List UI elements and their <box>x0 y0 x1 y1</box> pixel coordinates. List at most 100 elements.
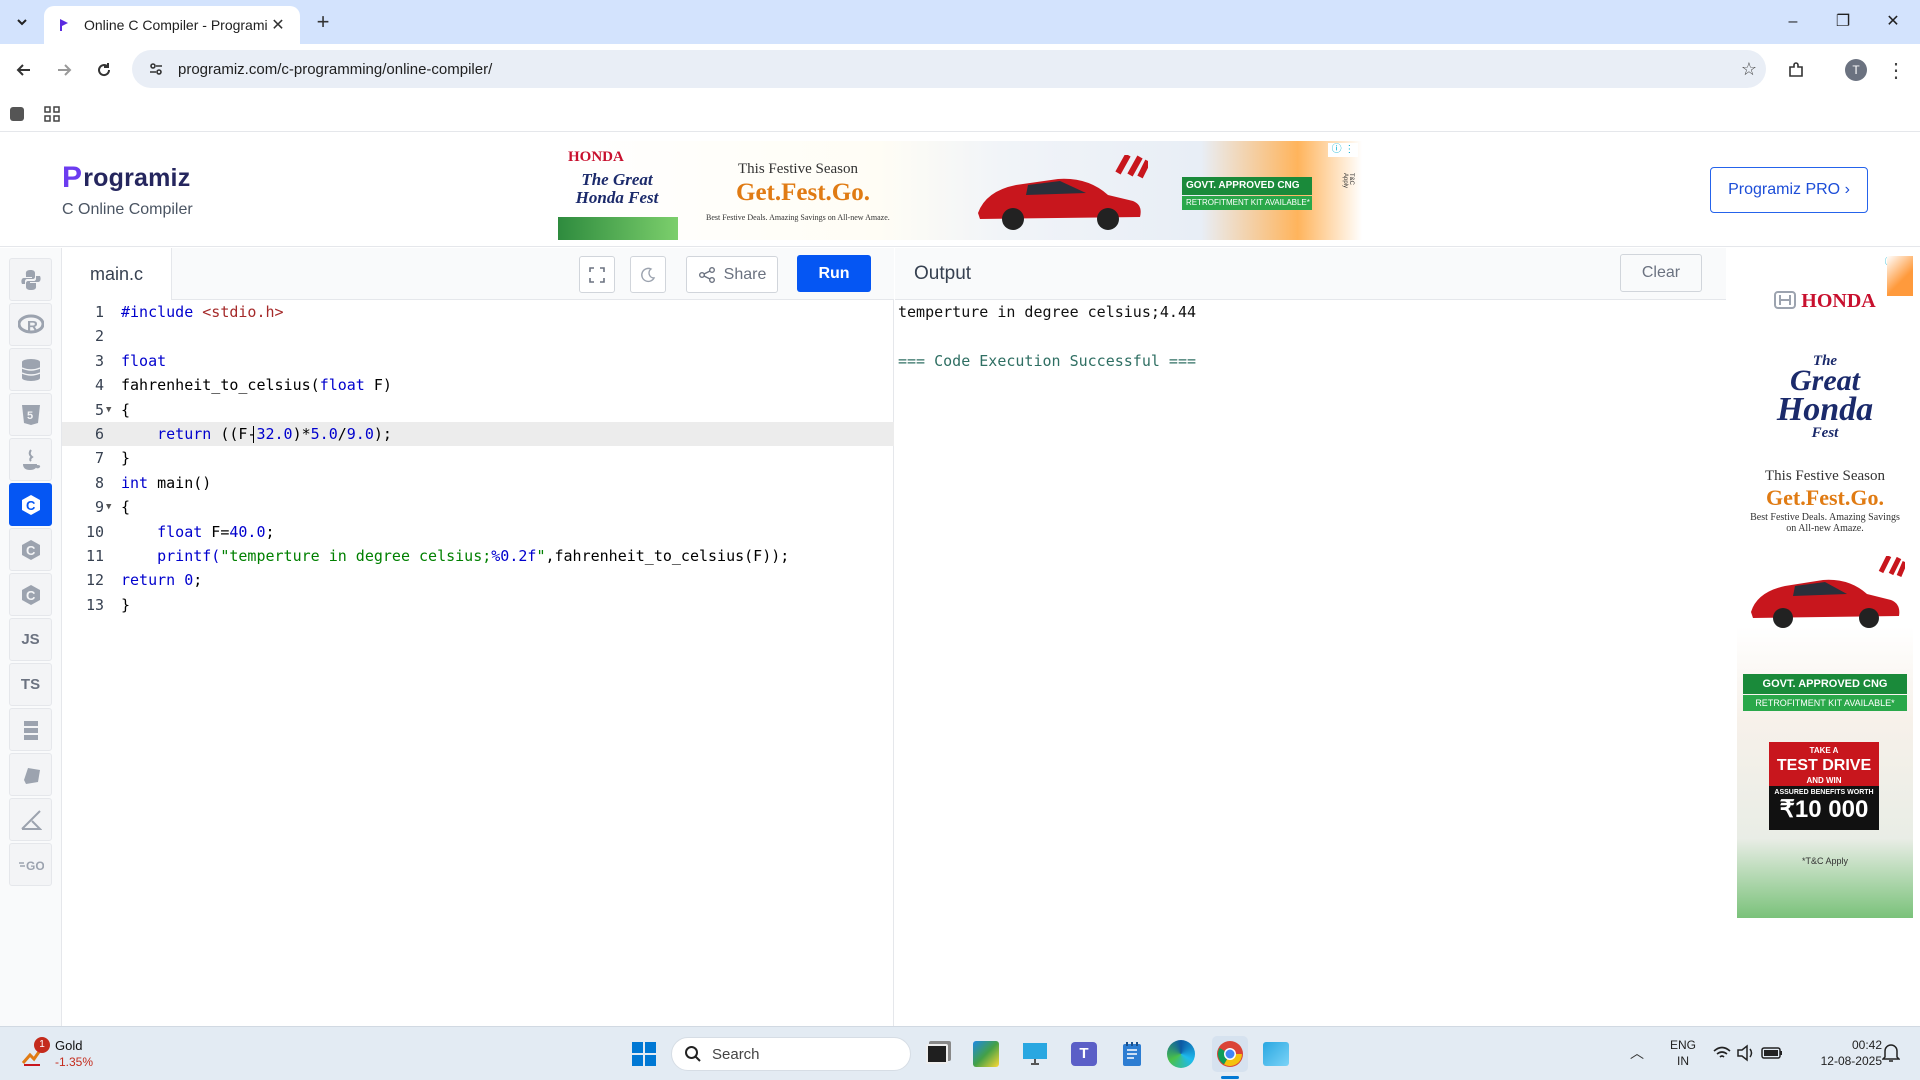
svg-text:GO: GO <box>26 859 44 872</box>
arrow-left-icon <box>16 64 30 76</box>
clear-button[interactable]: Clear <box>1620 254 1702 292</box>
side-banner-ad[interactable]: ⓘ ⋮ HONDA The Great Honda Fest This Fest… <box>1737 256 1913 918</box>
volume-icon <box>1737 1044 1753 1062</box>
tray-overflow-chevron-icon[interactable]: ︿ <box>1630 1043 1644 1063</box>
fold-arrow-icon[interactable]: ▼ <box>106 398 111 422</box>
code-line: 12 return 0; <box>85 571 203 590</box>
forward-button[interactable] <box>48 54 80 86</box>
paint-app-icon[interactable] <box>1258 1036 1294 1072</box>
r-lang-icon[interactable]: R <box>9 303 52 346</box>
run-button[interactable]: Run <box>797 255 871 292</box>
share-label: Share <box>723 265 767 283</box>
browser-tabstrip: Online C Compiler - Programiz ✕ + – ❐ ✕ <box>0 0 1920 44</box>
sql-database-icon[interactable] <box>9 348 52 391</box>
ad-fest: The Great Honda Fest <box>1776 353 1874 441</box>
programiz-pro-button[interactable]: Programiz PRO › <box>1710 167 1868 213</box>
search-icon <box>685 1046 701 1062</box>
browser-tab-active[interactable]: Online C Compiler - Programiz ✕ <box>44 6 300 44</box>
reload-button[interactable] <box>88 54 120 86</box>
taskview-app-icon[interactable] <box>919 1036 955 1072</box>
site-info-button[interactable] <box>138 54 174 84</box>
language-indicator[interactable]: ENG IN <box>1668 1037 1698 1069</box>
execution-status: === Code Execution Successful === <box>898 352 1197 370</box>
new-tab-button[interactable]: + <box>310 10 336 36</box>
red-car-image <box>978 155 1148 230</box>
code-line-active: 6 return ((F-32.0)*5.0/9.0); <box>62 422 894 447</box>
notepad-app-icon[interactable] <box>1114 1036 1150 1072</box>
csharp-lang-icon[interactable]: C <box>9 573 52 616</box>
top-banner-ad[interactable]: HONDA The Great Honda Fest This Festive … <box>558 141 1362 240</box>
notifications-bell-icon[interactable] <box>1881 1043 1901 1068</box>
tray-status-icons[interactable] <box>1712 1043 1784 1068</box>
restore-button[interactable]: ❐ <box>1820 8 1866 36</box>
share-icon <box>698 266 715 283</box>
ad-benefits-box: ASSURED BENEFITS WORTH ₹10 000 <box>1769 786 1879 830</box>
code-line: 5 ▼{ <box>62 398 894 422</box>
active-app-indicator <box>1221 1076 1239 1079</box>
site-header: Programiz C Online Compiler HONDA The Gr… <box>0 133 1920 247</box>
c-lang-icon-active[interactable]: C <box>9 483 52 526</box>
browser-menu-button[interactable]: ⋮ <box>1880 54 1912 86</box>
code-line: 3 float <box>94 351 167 370</box>
photos-app-icon[interactable] <box>968 1036 1004 1072</box>
cpp-lang-icon[interactable]: C <box>9 528 52 571</box>
teams-app-icon[interactable]: T <box>1066 1036 1102 1072</box>
share-button[interactable]: Share <box>686 256 778 293</box>
theme-toggle-button[interactable] <box>630 256 666 293</box>
clock[interactable]: 00:42 12-08-2025 <box>1812 1037 1882 1069</box>
swift-stack-icon[interactable] <box>9 708 52 751</box>
svg-text:R: R <box>27 318 38 335</box>
ad-choices-icon[interactable]: ⓘ ⋮ <box>1328 143 1358 157</box>
avatar-letter-icon: T <box>1845 59 1867 81</box>
python-lang-icon[interactable] <box>9 258 52 301</box>
minimize-button[interactable]: – <box>1770 8 1816 36</box>
edge-browser-icon[interactable] <box>1163 1036 1199 1072</box>
square-app-icon[interactable] <box>10 107 24 121</box>
bookmark-star-icon[interactable]: ☆ <box>1732 59 1766 80</box>
ad-test-drive-box: TAKE A TEST DRIVE AND WIN <box>1769 742 1879 786</box>
file-tab[interactable]: main.c <box>62 248 172 300</box>
tune-icon <box>150 63 162 75</box>
svg-text:5: 5 <box>27 410 33 422</box>
output-panel[interactable]: temperture in degree celsius;4.44 === Co… <box>895 300 1726 1026</box>
svg-text:C: C <box>26 498 36 513</box>
moon-icon <box>641 267 656 282</box>
address-bar[interactable]: programiz.com/c-programming/online-compi… <box>132 50 1766 88</box>
ad-govt-badge: GOVT. APPROVED CNG <box>1743 674 1907 694</box>
back-button[interactable] <box>8 54 40 86</box>
tab-close-icon[interactable]: ✕ <box>268 15 288 35</box>
extensions-button[interactable] <box>1780 54 1812 86</box>
programiz-favicon-icon <box>60 19 68 31</box>
ad-tagline: Best Festive Deals. Amazing Savings on A… <box>1750 512 1900 534</box>
honda-wing-icon <box>1774 291 1797 309</box>
weather-widget[interactable]: 1 Gold -1.35% <box>18 1037 108 1073</box>
code-editor[interactable]: 1 #include <stdio.h> 2 3 float 4 fahrenheit… <box>62 300 894 1026</box>
arrow-right-icon <box>58 64 72 76</box>
remote-desktop-app-icon[interactable] <box>1017 1036 1053 1072</box>
java-coffee-icon[interactable] <box>9 438 52 481</box>
html5-icon[interactable]: 5 <box>9 393 52 436</box>
browser-toolbar: programiz.com/c-programming/online-compi… <box>0 44 1920 96</box>
start-button[interactable] <box>626 1036 662 1072</box>
close-window-button[interactable]: ✕ <box>1870 8 1916 36</box>
taskbar-search[interactable]: Search <box>671 1037 911 1071</box>
profile-avatar[interactable]: T <box>1840 54 1872 86</box>
ad-fest: The Great Honda Fest <box>575 170 659 207</box>
fullscreen-button[interactable] <box>579 256 615 293</box>
ruby-gem-icon[interactable] <box>9 753 52 796</box>
apps-grid-icon[interactable] <box>44 106 60 127</box>
tab-search-button[interactable] <box>8 8 36 36</box>
js-lang-icon[interactable]: JS <box>9 618 52 661</box>
fold-arrow-icon[interactable]: ▼ <box>106 495 111 519</box>
ts-lang-icon[interactable]: TS <box>9 663 52 706</box>
svg-text:C: C <box>26 588 36 603</box>
kotlin-icon[interactable] <box>9 798 52 841</box>
go-lang-icon[interactable]: GO <box>9 843 52 886</box>
wifi-icon <box>1713 1046 1731 1058</box>
programiz-logo[interactable]: Programiz C Online Compiler <box>62 161 193 219</box>
text-cursor <box>253 426 254 443</box>
code-line: 10 float F=40.0; <box>85 522 275 541</box>
chrome-browser-icon[interactable] <box>1212 1036 1248 1072</box>
puzzle-icon <box>1789 62 1803 77</box>
output-line: temperture in degree celsius;4.44 <box>898 303 1197 321</box>
